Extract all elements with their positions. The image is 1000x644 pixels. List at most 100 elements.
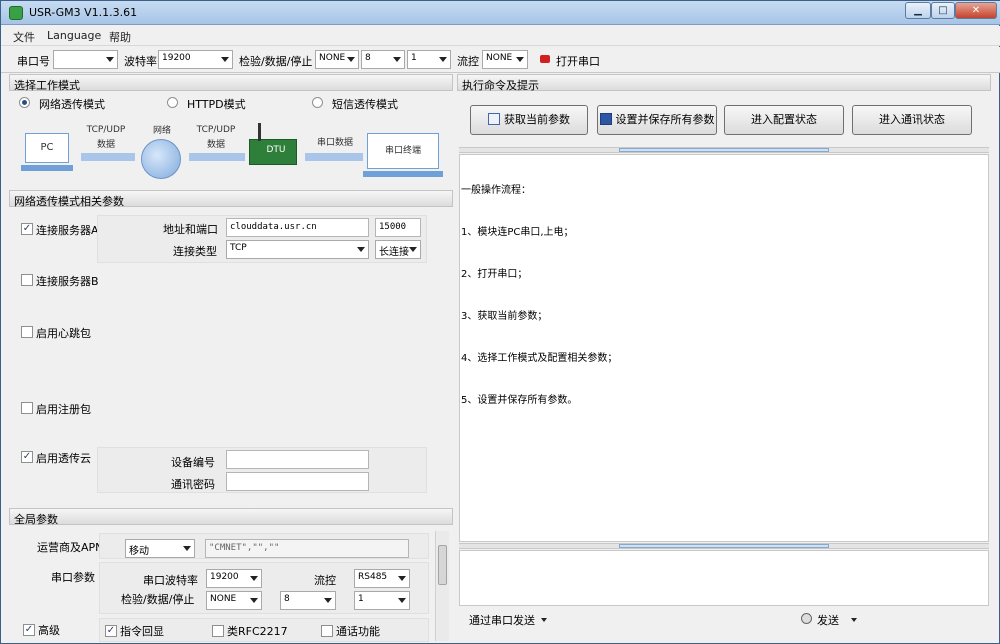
port-label: 串口号 [17,55,50,68]
enter-config-button[interactable]: 进入配置状态 [724,105,844,135]
server-b-checkbox[interactable] [21,274,33,286]
cloud-label: 启用透传云 [36,452,91,465]
open-port-button[interactable]: 打开串口 [538,51,610,69]
echo-label: 指令回显 [120,625,164,638]
log-line: 1、模块连PC串口,上电； [461,227,574,238]
chevron-down-icon [106,57,114,62]
serial-parity-label: 检验/数据/停止 [121,593,195,606]
send-via-dropdown[interactable]: 通过串口发送 [469,611,559,627]
mode-label-httpd: HTTPD模式 [187,98,246,111]
bottom-splitter[interactable] [459,543,989,549]
globe-icon [141,139,181,179]
chevron-down-icon [221,57,229,62]
enter-comm-button[interactable]: 进入通讯状态 [852,105,972,135]
conn-type-label: 连接类型 [173,245,217,258]
app-window: USR-GM3 V1.1.3.61 ▁ □ ✕ 文件 Language 帮助 串… [0,0,1000,644]
menu-language[interactable]: Language [47,29,101,42]
flow-label: 流控 [457,55,479,68]
menu-bar: 文件 Language 帮助 [1,26,1000,46]
chevron-down-icon [398,598,406,603]
device-id-input[interactable] [226,450,369,469]
conn-mode-select[interactable]: 长连接 [375,240,421,259]
serial-baud-label: 串口波特率 [143,574,198,587]
menu-help[interactable]: 帮助 [109,29,131,45]
chevron-down-icon [439,57,447,62]
serial-parity-select[interactable]: NONE [206,591,262,610]
baud-select[interactable]: 19200 [158,50,233,69]
parity-select[interactable]: NONE [315,50,359,69]
net-params-header: 网络透传模式相关参数 [9,190,453,208]
password-input[interactable] [226,472,369,491]
chevron-down-icon [393,57,401,62]
chevron-down-icon [357,247,365,252]
left-scrollbar-thumb[interactable] [438,545,447,585]
stopbits-select[interactable]: 1 [407,50,451,69]
send-button[interactable]: 发送 [801,610,861,628]
splitter-grip[interactable] [619,544,829,548]
minimize-button[interactable]: ▁ [905,2,931,19]
conn-type-select[interactable]: TCP [226,240,369,259]
chevron-down-icon [851,618,857,622]
apn-input[interactable]: "CMNET","","" [205,539,409,558]
serial-flow-select[interactable]: RS485 [354,569,410,588]
mode-radio-network[interactable] [19,97,30,108]
device-id-label: 设备编号 [171,456,215,469]
send-icon [801,613,812,624]
rfc2217-label: 类RFC2217 [227,625,288,638]
save-all-params-button[interactable]: 设置并保存所有参数 [597,105,717,135]
top-splitter[interactable] [459,147,989,153]
port-status-icon [540,55,550,63]
mode-radio-sms[interactable] [312,97,323,108]
server-a-port-input[interactable]: 15000 [375,218,421,237]
advanced-checkbox[interactable]: ✓ [23,624,35,636]
mode-radio-httpd[interactable] [167,97,178,108]
log-text: 一般操作流程： 1、模块连PC串口,上电； 2、打开串口； 3、获取当前参数； … [461,156,617,436]
serial-baud-select[interactable]: 19200 [206,569,262,588]
send-label: 发送 [817,614,839,627]
cloud-checkbox[interactable]: ✓ [21,451,33,463]
splitter-grip[interactable] [619,148,829,152]
databits-select[interactable]: 8 [361,50,405,69]
call-label: 通话功能 [336,625,380,638]
title-bar[interactable]: USR-GM3 V1.1.3.61 ▁ □ ✕ [1,1,1000,25]
arrow-dtu-terminal [305,153,363,161]
carrier-select[interactable]: 移动 [125,539,195,558]
log-line: 5、设置并保存所有参数。 [461,395,578,406]
left-scrollbar[interactable] [435,531,449,641]
chevron-down-icon [347,57,355,62]
log-line: 一般操作流程： [461,185,531,196]
register-checkbox[interactable] [21,402,33,414]
serial-databits-select[interactable]: 8 [280,591,336,610]
window-title: USR-GM3 V1.1.3.61 [29,6,138,19]
advanced-label: 高级 [38,624,60,637]
chevron-down-icon [183,546,191,551]
close-button[interactable]: ✕ [955,2,997,19]
send-via-label: 通过串口发送 [469,614,535,627]
tcpudp-label-1: TCP/UDP [86,125,126,135]
arrow-network-dtu [189,153,245,161]
menu-file[interactable]: 文件 [13,29,35,45]
pc-label: PC [40,142,54,153]
rfc2217-checkbox[interactable] [212,625,224,637]
heartbeat-checkbox[interactable] [21,326,33,338]
get-params-button[interactable]: 获取当前参数 [470,105,588,135]
open-port-label: 打开串口 [556,55,600,68]
data-label-2: 数据 [206,140,225,150]
log-line: 4、选择工作模式及配置相关参数； [461,353,618,364]
pc-base [21,165,73,171]
maximize-button[interactable]: □ [931,2,955,19]
serial-stopbits-select[interactable]: 1 [354,591,410,610]
chevron-down-icon [541,618,547,622]
addr-port-label: 地址和端口 [163,223,218,236]
flow-select[interactable]: NONE [482,50,528,69]
pc-icon: PC [25,133,69,163]
echo-checkbox[interactable]: ✓ [105,625,117,637]
server-b-label: 连接服务器B [36,275,99,288]
right-panel-header: 执行命令及提示 [457,74,991,92]
call-checkbox[interactable] [321,625,333,637]
port-select[interactable] [53,50,118,69]
send-input[interactable] [459,550,989,606]
server-a-checkbox[interactable]: ✓ [21,223,33,235]
register-label: 启用注册包 [36,403,91,416]
server-a-host-input[interactable]: clouddata.usr.cn [226,218,369,237]
